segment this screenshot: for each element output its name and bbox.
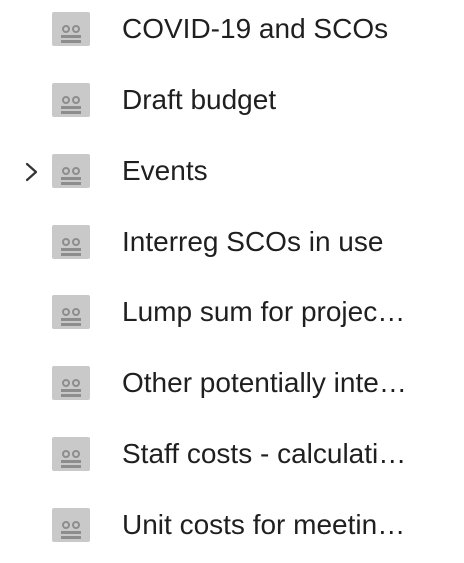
tree-item-label: Staff costs - calculati…: [122, 438, 407, 469]
group-folder-icon: [52, 437, 90, 471]
tree-item-covid-19-and-scos[interactable]: COVID-19 and SCOs: [0, 0, 464, 62]
tree-item-label: Lump sum for projec…: [122, 296, 406, 327]
tree-item-label: COVID-19 and SCOs: [122, 13, 389, 44]
group-folder-icon: [52, 154, 90, 188]
tree-item-lump-sum[interactable]: Lump sum for projec…: [0, 283, 464, 345]
tree-item-interreg-scos-in-use[interactable]: Interreg SCOs in use: [0, 213, 464, 275]
tree-item-events[interactable]: Events: [0, 142, 464, 204]
group-folder-icon: [52, 508, 90, 542]
group-folder-icon: [52, 83, 90, 117]
tree-item-unit-costs[interactable]: Unit costs for meetin…: [0, 496, 464, 558]
tree-item-staff-costs[interactable]: Staff costs - calculati…: [0, 425, 464, 487]
group-folder-icon: [52, 295, 90, 329]
tree-item-label: Events: [122, 155, 208, 186]
group-folder-icon: [52, 366, 90, 400]
group-folder-icon: [52, 225, 90, 259]
tree-item-draft-budget[interactable]: Draft budget: [0, 71, 464, 133]
tree-item-label: Draft budget: [122, 84, 277, 115]
folder-tree: COVID-19 and SCOs Draft budget Events In…: [0, 0, 464, 563]
tree-item-other-potentially[interactable]: Other potentially inte…: [0, 354, 464, 416]
tree-item-label: Unit costs for meetin…: [122, 509, 406, 540]
tree-item-label: Interreg SCOs in use: [122, 226, 384, 257]
chevron-right-icon[interactable]: [22, 157, 42, 187]
group-folder-icon: [52, 12, 90, 46]
tree-item-label: Other potentially inte…: [122, 367, 407, 398]
